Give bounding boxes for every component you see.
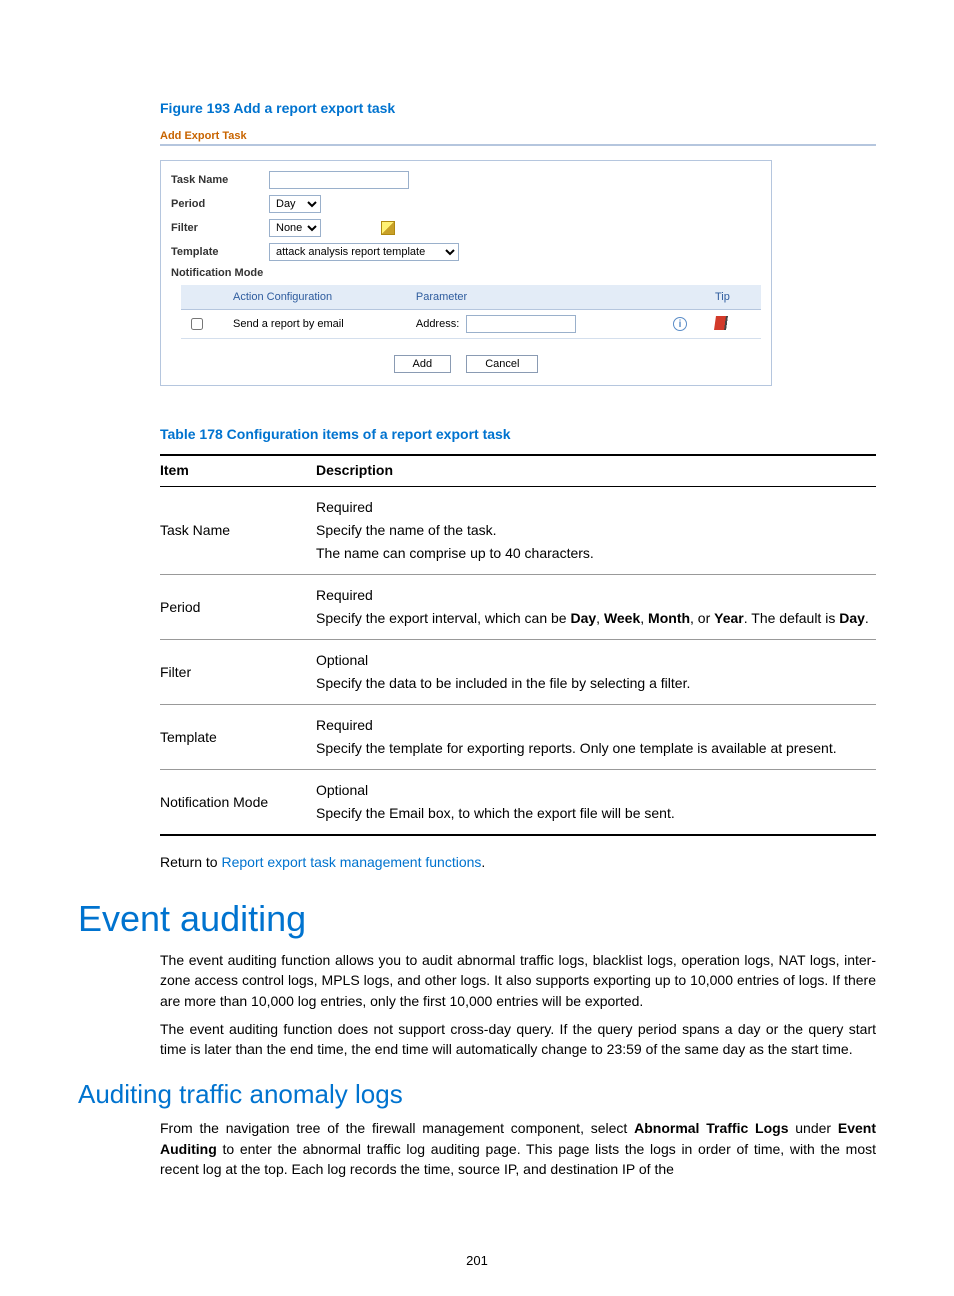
return-prefix: Return to: [160, 854, 221, 870]
template-select[interactable]: attack analysis report template: [269, 243, 459, 261]
add-button[interactable]: Add: [394, 355, 452, 373]
table-row: Task NameRequiredSpecify the name of the…: [160, 487, 876, 575]
return-line: Return to Report export task management …: [160, 854, 876, 870]
th-param: Parameter: [410, 285, 667, 310]
paragraph: The event auditing function allows you t…: [160, 950, 876, 1011]
paragraph: From the navigation tree of the firewall…: [160, 1118, 876, 1179]
th-item: Item: [160, 455, 316, 487]
label-notification-mode: Notification Mode: [171, 267, 263, 279]
page-number: 201: [0, 1253, 954, 1268]
cell-item: Filter: [160, 640, 316, 705]
cell-desc: OptionalSpecify the Email box, to which …: [316, 770, 876, 836]
filter-select[interactable]: None: [269, 219, 321, 237]
table-row: Send a report by email Address: i: [181, 310, 761, 339]
th-desc: Description: [316, 455, 876, 487]
th-action: Action Configuration: [227, 285, 410, 310]
cell-item: Period: [160, 575, 316, 640]
task-name-input[interactable]: [269, 171, 409, 189]
param-label: Address:: [416, 318, 459, 330]
cell-desc: RequiredSpecify the template for exporti…: [316, 705, 876, 770]
cell-desc: RequiredSpecify the export interval, whi…: [316, 575, 876, 640]
label-template: Template: [171, 246, 269, 258]
cell-item: Notification Mode: [160, 770, 316, 836]
edit-icon[interactable]: [381, 221, 395, 235]
cell-desc: RequiredSpecify the name of the task.The…: [316, 487, 876, 575]
return-link[interactable]: Report export task management functions: [221, 854, 481, 870]
label-task-name: Task Name: [171, 174, 269, 186]
label-filter: Filter: [171, 222, 269, 234]
info-icon[interactable]: i: [673, 317, 687, 331]
table-row: FilterOptionalSpecify the data to be inc…: [160, 640, 876, 705]
config-table: Item Description Task NameRequiredSpecif…: [160, 454, 876, 836]
cell-item: Template: [160, 705, 316, 770]
screenshot: Add Export Task Task Name Period Day Fil…: [160, 130, 876, 386]
th-tip: Tip: [709, 285, 761, 310]
table-row: PeriodRequiredSpecify the export interva…: [160, 575, 876, 640]
h1-event-auditing: Event auditing: [78, 898, 876, 940]
table-row: TemplateRequiredSpecify the template for…: [160, 705, 876, 770]
table-row: Notification ModeOptionalSpecify the Ema…: [160, 770, 876, 836]
label-period: Period: [171, 198, 269, 210]
row-action: Send a report by email: [227, 310, 410, 339]
return-suffix: .: [481, 854, 485, 870]
form-card: Task Name Period Day Filter None: [160, 160, 772, 386]
paragraph: The event auditing function does not sup…: [160, 1019, 876, 1060]
cancel-button[interactable]: Cancel: [466, 355, 538, 373]
cell-desc: OptionalSpecify the data to be included …: [316, 640, 876, 705]
divider: [160, 144, 876, 146]
cell-item: Task Name: [160, 487, 316, 575]
figure-title: Figure 193 Add a report export task: [160, 100, 876, 116]
flag-icon[interactable]: [714, 316, 730, 330]
notification-table: Action Configuration Parameter Tip Send …: [181, 285, 761, 339]
period-select[interactable]: Day: [269, 195, 321, 213]
h2-auditing-traffic: Auditing traffic anomaly logs: [78, 1079, 876, 1110]
address-input[interactable]: [466, 315, 576, 333]
row-checkbox[interactable]: [191, 318, 203, 330]
screenshot-title: Add Export Task: [160, 130, 876, 142]
table-title: Table 178 Configuration items of a repor…: [160, 426, 876, 442]
